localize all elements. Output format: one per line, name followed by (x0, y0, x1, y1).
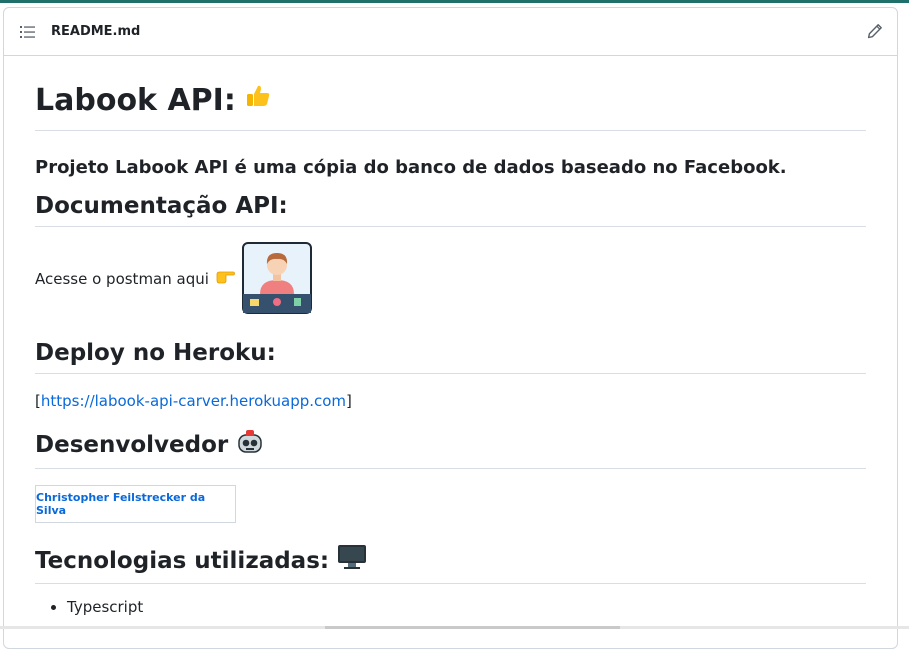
thumbs-up-icon (244, 81, 272, 121)
readme-panel: README.md Labook API: Projeto Labook API… (3, 7, 898, 649)
pointing-hand-icon (215, 268, 235, 288)
file-name: README.md (51, 24, 141, 39)
page-title: Labook API: (35, 64, 866, 131)
developer-name[interactable]: Christopher Feilstrecker da Silva (36, 491, 235, 517)
readme-header: README.md (4, 8, 897, 56)
list-item: Typescript (67, 598, 866, 616)
pencil-icon[interactable] (867, 23, 883, 39)
top-accent-strip (0, 0, 909, 3)
markdown-body: Labook API: Projeto Labook API é uma cóp… (35, 64, 866, 616)
monitor-icon (337, 544, 367, 578)
technologies-list: Typescript (35, 598, 866, 616)
developer-heading: Desenvolvedor (35, 427, 866, 469)
project-description: Projeto Labook API é uma cópia do banco … (35, 157, 787, 178)
technologies-heading: Tecnologias utilizadas: (35, 544, 866, 584)
robot-icon (236, 427, 264, 463)
postman-avatar-link[interactable] (241, 242, 312, 314)
documentation-text: Acesse o postman aqui (35, 270, 209, 288)
deploy-heading: Deploy no Heroku: (35, 338, 866, 374)
documentation-line: Acesse o postman aqui (35, 242, 866, 314)
deploy-link-line: [https://labook-api-carver.herokuapp.com… (35, 392, 352, 410)
list-icon[interactable] (20, 25, 36, 39)
heroku-link[interactable]: https://labook-api-carver.herokuapp.com (41, 392, 346, 410)
developer-card[interactable]: Christopher Feilstrecker da Silva (35, 485, 236, 523)
documentation-heading: Documentação API: (35, 191, 866, 227)
